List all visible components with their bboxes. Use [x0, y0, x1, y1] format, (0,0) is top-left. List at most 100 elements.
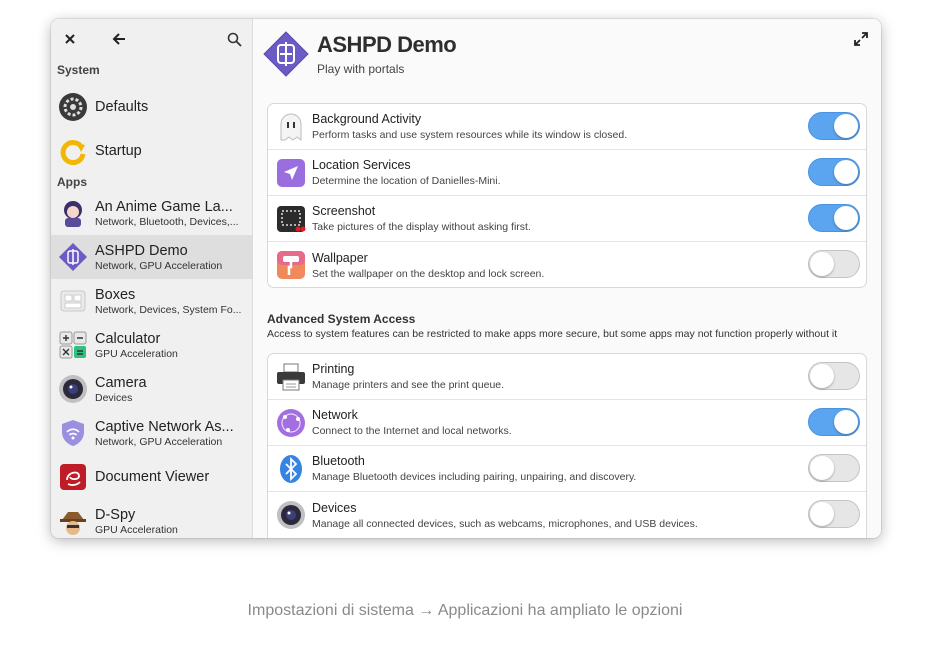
app-title: ASHPD Demo — [317, 32, 457, 57]
permission-row-devices: Devices Manage all connected devices, su… — [268, 492, 866, 538]
permission-description: Perform tasks and use system resources w… — [312, 129, 628, 141]
expand-icon — [854, 32, 868, 46]
paint-roller-icon — [276, 250, 306, 280]
sidebar-item-label: Calculator — [95, 330, 161, 347]
document-viewer-icon — [58, 462, 88, 492]
startup-arrow-icon — [58, 136, 88, 166]
permission-row-printing: Printing Manage printers and see the pri… — [268, 354, 866, 400]
sidebar-item-captive-network[interactable]: Captive Network As... Network, GPU Accel… — [51, 411, 252, 455]
sidebar-item-boxes[interactable]: Boxes Network, Devices, System Fo... — [51, 279, 252, 323]
permission-description: Manage printers and see the print queue. — [312, 379, 505, 391]
permission-row-location: Location Services Determine the location… — [268, 150, 866, 196]
sidebar-item-label: Document Viewer — [95, 469, 210, 485]
sidebar-item-defaults[interactable]: Defaults — [51, 85, 252, 129]
sidebar-item-label: Camera — [95, 374, 147, 391]
bluetooth-toggle[interactable] — [808, 454, 860, 482]
close-button[interactable] — [59, 28, 81, 50]
sidebar-item-label: D-Spy — [95, 506, 136, 523]
permission-title: Screenshot — [312, 204, 376, 218]
ashpd-logo-icon — [58, 242, 88, 272]
advanced-section-title: Advanced System Access — [267, 312, 416, 326]
app-subtitle: Play with portals — [317, 62, 405, 76]
shield-icon — [58, 418, 88, 448]
sidebar-section-apps: Apps — [57, 175, 87, 189]
location-services-toggle[interactable] — [808, 158, 860, 186]
permission-row-network: Network Connect to the Internet and loca… — [268, 400, 866, 446]
network-globe-icon — [276, 408, 306, 438]
sidebar-item-permissions: Network, GPU Acceleration — [95, 435, 223, 448]
permission-title: Printing — [312, 362, 355, 376]
permission-title: Devices — [312, 500, 357, 515]
permission-description: Take pictures of the display without ask… — [312, 221, 531, 233]
permission-description: Determine the location of Danielles-Mini… — [312, 175, 501, 187]
sidebar-item-label: ASHPD Demo — [95, 242, 188, 259]
screenshot-icon — [276, 204, 306, 234]
background-activity-toggle[interactable] — [808, 112, 860, 140]
permission-row-background-activity: Background Activity Perform tasks and us… — [268, 104, 866, 150]
sidebar-item-label: Defaults — [95, 99, 149, 115]
sidebar-item-document-viewer[interactable]: Document Viewer — [51, 455, 252, 499]
devices-toggle[interactable] — [808, 500, 860, 528]
sidebar-item-permissions: GPU Acceleration — [95, 347, 178, 360]
sidebar-item-label: An Anime Game La... — [95, 198, 233, 215]
sidebar-item-anime-game-launcher[interactable]: An Anime Game La... Network, Bluetooth, … — [51, 191, 252, 235]
permission-row-bluetooth: Bluetooth Manage Bluetooth devices inclu… — [268, 446, 866, 492]
sidebar-item-camera[interactable]: Camera Devices — [51, 367, 252, 411]
sidebar-item-ashpd-demo[interactable]: ASHPD Demo Network, GPU Acceleration — [51, 235, 252, 279]
search-icon — [227, 32, 242, 47]
permission-title: Bluetooth — [312, 454, 365, 468]
search-button[interactable] — [223, 28, 245, 50]
back-button[interactable] — [108, 28, 130, 50]
screenshot-toggle[interactable] — [808, 204, 860, 232]
back-arrow-icon — [112, 33, 125, 45]
sidebar-item-permissions: Network, Bluetooth, Devices,... — [95, 215, 239, 228]
ghost-icon — [276, 112, 306, 142]
settings-gear-icon — [58, 92, 88, 122]
location-arrow-icon — [276, 158, 306, 188]
sidebar-item-label: Captive Network As... — [95, 418, 234, 435]
sidebar-item-permissions: GPU Acceleration — [95, 523, 178, 536]
printing-toggle[interactable] — [808, 362, 860, 390]
permission-title: Location Services — [312, 158, 411, 172]
anime-character-icon — [58, 198, 88, 228]
permission-description: Manage Bluetooth devices including pairi… — [312, 471, 637, 483]
wallpaper-toggle[interactable] — [808, 250, 860, 278]
permissions-list: Background Activity Perform tasks and us… — [267, 103, 867, 288]
main-panel: ASHPD Demo Play with portals Background … — [254, 19, 881, 538]
sidebar-item-startup[interactable]: Startup — [51, 129, 252, 173]
spy-icon — [58, 506, 88, 536]
ashpd-logo-icon — [263, 31, 309, 77]
sidebar: System Defaults Startup Apps An Anime Ga… — [51, 19, 253, 538]
app-header: ASHPD Demo Play with portals — [263, 31, 457, 77]
camera-lens-icon — [276, 500, 306, 530]
sidebar-item-label: Boxes — [95, 286, 136, 303]
network-toggle[interactable] — [808, 408, 860, 436]
boxes-icon — [58, 286, 88, 316]
calculator-icon — [58, 330, 88, 360]
sidebar-item-permissions: Devices — [95, 391, 133, 404]
permission-description: Manage all connected devices, such as we… — [312, 517, 698, 530]
sidebar-item-permissions: Network, GPU Acceleration — [95, 259, 223, 272]
permission-row-wallpaper: Wallpaper Set the wallpaper on the deskt… — [268, 242, 866, 287]
permission-title: Wallpaper — [312, 250, 368, 265]
screenshot-caption: Impostazioni di sistema → Applicazioni h… — [247, 602, 683, 619]
permission-row-screenshot: Screenshot Take pictures of the display … — [268, 196, 866, 242]
permission-description: Connect to the Internet and local networ… — [312, 425, 512, 437]
sidebar-item-calculator[interactable]: Calculator GPU Acceleration — [51, 323, 252, 367]
camera-lens-icon — [58, 374, 88, 404]
permission-title: Background Activity — [312, 112, 422, 126]
printer-icon — [276, 362, 306, 392]
sidebar-item-label: Startup — [95, 143, 142, 159]
permission-description: Set the wallpaper on the desktop and loc… — [312, 267, 545, 280]
sidebar-section-system: System — [57, 63, 100, 77]
close-icon — [65, 34, 75, 44]
sidebar-toolbar — [51, 19, 252, 57]
permission-title: Network — [312, 408, 358, 422]
fullscreen-button[interactable] — [853, 31, 869, 47]
advanced-section-description: Access to system features can be restric… — [267, 328, 838, 340]
bluetooth-icon — [276, 454, 306, 484]
advanced-permissions-list: Printing Manage printers and see the pri… — [267, 353, 867, 538]
app-window: System Defaults Startup Apps An Anime Ga… — [51, 19, 881, 538]
sidebar-item-permissions: Network, Devices, System Fo... — [95, 303, 242, 316]
sidebar-item-d-spy[interactable]: D-Spy GPU Acceleration — [51, 499, 252, 538]
